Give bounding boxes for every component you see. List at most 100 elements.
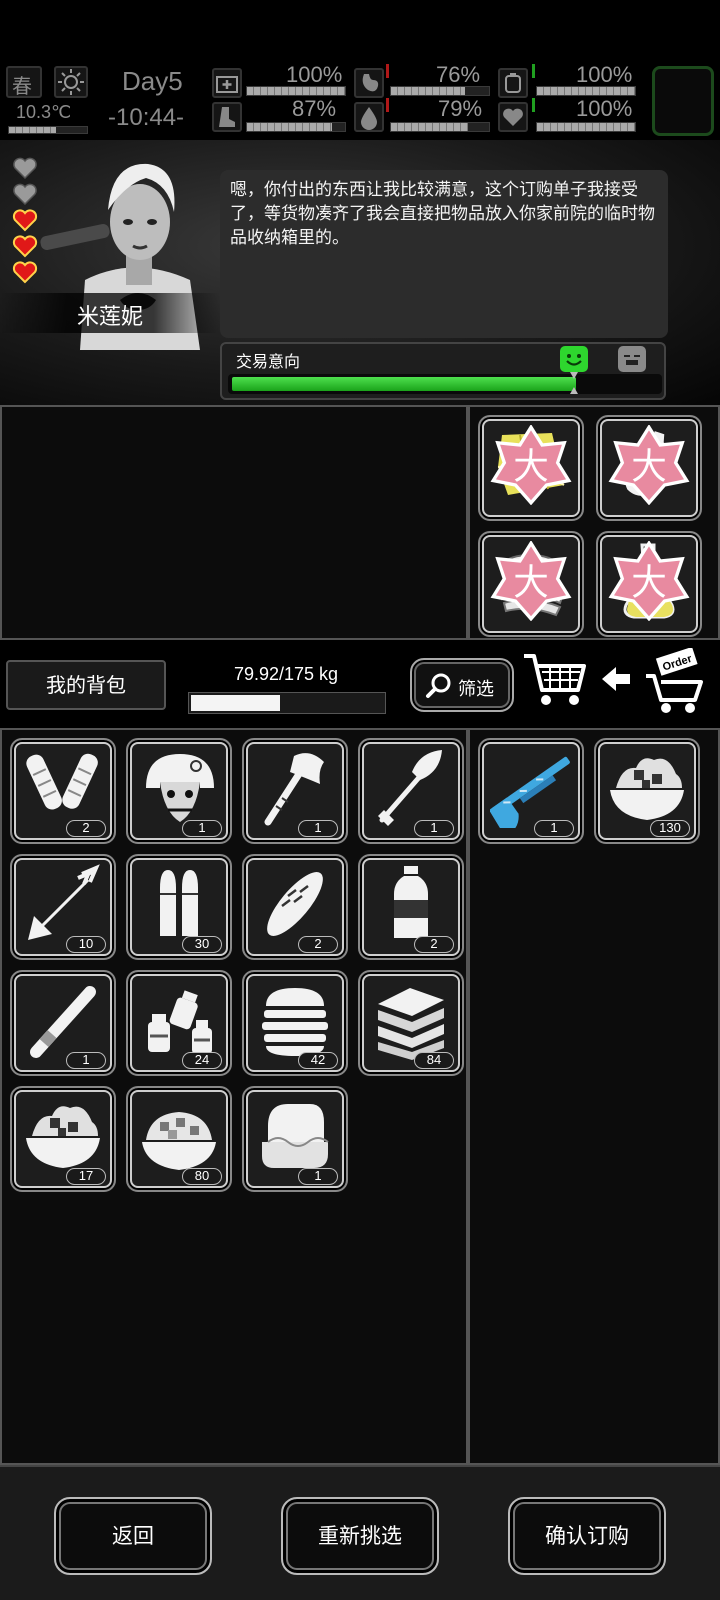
offer-item-slot[interactable]: 大 xyxy=(596,415,702,521)
item-count: 130 xyxy=(650,820,690,837)
shopping-cart-icon[interactable] xyxy=(522,650,588,710)
svg-text:大: 大 xyxy=(631,562,667,603)
item-count: 1 xyxy=(66,1052,106,1069)
rice-bowl-icon xyxy=(142,1112,216,1170)
inventory-item-slot[interactable]: 2 xyxy=(242,854,348,960)
stat-value: 100% xyxy=(576,96,633,121)
bread-icon xyxy=(267,872,323,936)
backpack-panel: 2 1 1 1 10 30 2 2 1 24 42 84 17 80 1 xyxy=(0,728,468,1465)
item-count: 10 xyxy=(66,936,106,953)
stat-bar xyxy=(246,86,346,96)
status-effect-slot[interactable] xyxy=(652,66,714,136)
trade-intent-label: 交易意向 xyxy=(236,352,301,371)
inventory-item-slot[interactable]: 2 xyxy=(358,854,464,960)
decrease-arrow-icon xyxy=(386,64,389,78)
empty-heart-icon xyxy=(13,183,37,206)
filter-label: 筛选 xyxy=(458,679,494,700)
stat-value: 100% xyxy=(286,62,343,87)
order-item-slot[interactable]: 1 xyxy=(478,738,584,844)
item-count: 1 xyxy=(182,820,222,837)
item-count: 1 xyxy=(534,820,574,837)
stat-bar xyxy=(390,122,490,132)
npc-name: 米莲妮 xyxy=(76,305,143,330)
inventory-item-slot[interactable]: 1 xyxy=(126,738,232,844)
inventory-toolbar: 我的背包 79.92/175 kg 筛选 Order xyxy=(0,648,720,720)
item-count: 1 xyxy=(414,820,454,837)
item-count: 84 xyxy=(414,1052,454,1069)
offer-item-slot[interactable]: 大 xyxy=(478,415,584,521)
knee-pads-icon xyxy=(26,753,98,810)
inventory-item-slot[interactable]: 80 xyxy=(126,1086,232,1192)
heart-icon xyxy=(498,102,528,132)
inventory-item-slot[interactable]: 17 xyxy=(10,1086,116,1192)
shotgun-icon xyxy=(490,756,570,828)
large-size-badge-icon: 大 xyxy=(608,541,690,621)
temperature-bar xyxy=(8,126,88,134)
large-size-badge-icon: 大 xyxy=(490,425,572,505)
item-count: 2 xyxy=(414,936,454,953)
inventory-item-slot[interactable]: 42 xyxy=(242,970,348,1076)
large-size-badge-icon: 大 xyxy=(490,541,572,621)
bullets-icon xyxy=(160,870,198,936)
water-drop-icon xyxy=(354,102,384,132)
offer-item-slot[interactable]: 大 xyxy=(596,531,702,637)
inventory-item-slot[interactable]: 1 xyxy=(10,970,116,1076)
weight-bar xyxy=(188,692,386,714)
salad-bowl-icon xyxy=(26,1106,100,1168)
npc-name-plate: 米莲妮 xyxy=(0,293,220,333)
item-count: 1 xyxy=(298,820,338,837)
salad-bowl-icon xyxy=(610,758,684,820)
npc-offer-left-area xyxy=(0,405,468,640)
seasoning-bottles-icon xyxy=(148,990,212,1054)
stat-value: 100% xyxy=(576,62,633,87)
increase-arrow-icon xyxy=(532,64,535,78)
item-count: 1 xyxy=(298,1168,338,1185)
stat-bar xyxy=(246,122,346,132)
item-count: 30 xyxy=(182,936,222,953)
my-backpack-tab[interactable]: 我的背包 xyxy=(6,660,166,710)
inventory-item-slot[interactable]: 1 xyxy=(242,738,348,844)
trade-intent-fill xyxy=(232,377,576,391)
hatchet-icon xyxy=(264,753,324,826)
stat-bar xyxy=(536,86,636,96)
confirm-order-button[interactable]: 确认订购 xyxy=(508,1497,666,1575)
weather-sun-icon xyxy=(54,66,88,98)
svg-text:大: 大 xyxy=(513,446,549,487)
dialog-box: 嗯，你付出的东西让我比较满意，这个订购单子我接受了，等货物凑齐了我会直接把物品放… xyxy=(220,170,668,338)
stat-bar xyxy=(390,86,490,96)
happy-face-icon xyxy=(560,346,588,372)
increase-arrow-icon xyxy=(532,98,535,112)
empty-heart-icon xyxy=(13,157,37,180)
left-arrow-icon xyxy=(602,667,630,691)
burger-icon xyxy=(262,988,328,1056)
dialog-text: 嗯，你付出的东西让我比较满意，这个订购单子我接受了，等货物凑齐了我会直接把物品放… xyxy=(230,180,655,248)
inventory-item-slot[interactable]: 10 xyxy=(10,854,116,960)
offer-item-slot[interactable]: 大 xyxy=(478,531,584,637)
inventory-item-slot[interactable]: 84 xyxy=(358,970,464,1076)
order-item-slot[interactable]: 130 xyxy=(594,738,700,844)
back-button[interactable]: 返回 xyxy=(54,1497,212,1575)
decrease-arrow-icon xyxy=(386,98,389,112)
search-icon xyxy=(426,673,451,698)
inventory-item-slot[interactable]: 1 xyxy=(358,738,464,844)
item-count: 80 xyxy=(182,1168,222,1185)
inventory-item-slot[interactable]: 30 xyxy=(126,854,232,960)
boot-icon xyxy=(212,102,242,132)
item-count: 17 xyxy=(66,1168,106,1185)
stat-value: 76% xyxy=(436,62,481,87)
arrow-icon xyxy=(28,864,100,940)
inventory-item-slot[interactable]: 2 xyxy=(10,738,116,844)
battery-icon xyxy=(498,68,528,98)
inventory-item-slot[interactable]: 24 xyxy=(126,970,232,1076)
npc-offer-panel: 大 大 大 大 xyxy=(468,405,720,640)
tactical-helmet-icon xyxy=(146,754,214,822)
order-cart-icon[interactable]: Order xyxy=(644,648,712,716)
reselect-button[interactable]: 重新挑选 xyxy=(281,1497,439,1575)
inventory-item-slot[interactable]: 1 xyxy=(242,1086,348,1192)
status-bar: 春 10.3℃ Day5 -10:44- 100% 76% 100% 87% 7… xyxy=(0,60,720,140)
season-box: 春 xyxy=(6,66,42,98)
filter-button[interactable]: 筛选 xyxy=(410,658,514,712)
svg-text:大: 大 xyxy=(631,446,667,487)
trade-intent-marker xyxy=(570,372,578,394)
water-bottle-icon xyxy=(394,866,428,938)
